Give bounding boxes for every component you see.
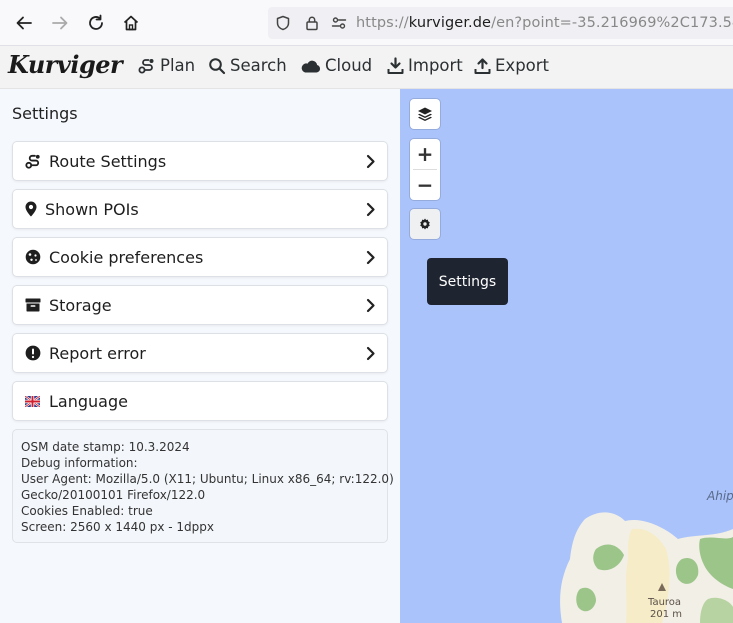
debug-information-heading: Debug information: [21, 456, 138, 470]
menu-search-label: Search [230, 56, 287, 75]
url-path: /en?point=-35.216969%2C173.5408 [491, 15, 733, 31]
menu-export-label: Export [495, 56, 550, 75]
chevron-right-icon [366, 346, 375, 361]
cookie-preferences-item[interactable]: Cookie preferences [12, 237, 388, 277]
reload-button[interactable] [81, 8, 111, 38]
settings-panel: Settings Route Settings Shown POIs Cooki… [0, 89, 400, 623]
map-peak-name: Tauroa [648, 597, 682, 608]
shown-pois-label: Shown POIs [45, 199, 139, 219]
menu-search[interactable]: Search [208, 56, 287, 75]
browser-toolbar: https://kurviger.de/en?point=-35.216969%… [0, 0, 733, 46]
user-agent-text: User Agent: Mozilla/5.0 (X11; Ubuntu; Li… [21, 472, 394, 486]
screen-info-text: Screen: 2560 x 1440 px - 1dppx [21, 520, 215, 534]
menu-plan[interactable]: Plan [138, 56, 195, 75]
gear-icon [420, 218, 430, 230]
upload-icon [474, 57, 491, 74]
url-host: kurviger.de [408, 15, 492, 31]
home-icon [123, 15, 139, 31]
zoom-out-button[interactable]: − [410, 170, 440, 200]
map-terrain [560, 512, 733, 623]
shield-icon[interactable] [275, 15, 291, 31]
settings-tooltip: Settings [427, 258, 508, 305]
language-item[interactable]: Language [12, 381, 388, 421]
menu-cloud-label: Cloud [325, 56, 373, 75]
zoom-controls: + − [410, 139, 440, 200]
archive-icon [25, 298, 45, 312]
gecko-text: Gecko/20100101 Firefox/122.0 [21, 488, 206, 502]
arrow-left-icon [16, 16, 32, 30]
address-bar[interactable]: https://kurviger.de/en?point=-35.216969%… [268, 7, 733, 39]
cookies-enabled-text: Cookies Enabled: true [21, 504, 153, 518]
cookie-preferences-label: Cookie preferences [49, 247, 204, 267]
menu-plan-label: Plan [160, 56, 196, 75]
layers-button[interactable] [410, 99, 440, 129]
menu-import[interactable]: Import [387, 56, 463, 75]
kurviger-logo[interactable]: Kurviger [8, 50, 123, 79]
uk-flag-icon [25, 395, 45, 407]
menu-import-label: Import [408, 56, 463, 75]
chevron-right-icon [366, 298, 375, 313]
route-settings-item[interactable]: Route Settings [12, 141, 388, 181]
storage-label: Storage [49, 295, 112, 315]
chevron-right-icon [366, 250, 375, 265]
zoom-in-button[interactable]: + [410, 139, 440, 169]
app-header: Kurviger Plan Search Cloud Import Export [0, 46, 733, 89]
report-error-label: Report error [49, 343, 146, 363]
cloud-icon [301, 60, 321, 72]
chevron-right-icon [366, 202, 375, 217]
layers-icon [418, 107, 432, 121]
map-pin-icon [25, 201, 41, 217]
osm-date-stamp: OSM date stamp: 10.3.2024 [21, 440, 190, 454]
map-settings-button[interactable] [410, 209, 440, 239]
url-scheme: https:// [356, 15, 409, 31]
route-icon [25, 153, 45, 170]
route-icon [138, 58, 154, 73]
forward-button[interactable] [45, 8, 75, 38]
cookie-icon [25, 249, 45, 265]
route-settings-label: Route Settings [49, 151, 167, 171]
report-error-item[interactable]: Report error [12, 333, 388, 373]
reload-icon [89, 14, 103, 30]
url-text[interactable]: https://kurviger.de/en?point=-35.216969%… [356, 15, 733, 31]
map-sea-label: Ahip [707, 489, 733, 503]
arrow-right-icon [52, 16, 68, 30]
lock-icon[interactable] [304, 15, 320, 31]
menu-cloud[interactable]: Cloud [300, 56, 372, 75]
debug-info-box: OSM date stamp: 10.3.2024 Debug informat… [12, 429, 394, 543]
download-icon [387, 56, 404, 74]
home-button[interactable] [116, 8, 146, 38]
map-view[interactable]: Ahip Tauroa 201 m + − Settings [400, 89, 733, 623]
menu-export[interactable]: Export [474, 56, 549, 75]
shown-pois-item[interactable]: Shown POIs [12, 189, 388, 229]
exclamation-circle-icon [25, 345, 45, 361]
permissions-icon[interactable] [331, 15, 347, 31]
map-peak-elevation: 201 m [650, 609, 683, 620]
chevron-right-icon [366, 154, 375, 169]
search-icon [209, 57, 226, 74]
storage-item[interactable]: Storage [12, 285, 388, 325]
language-label: Language [49, 391, 128, 411]
back-button[interactable] [9, 8, 39, 38]
panel-title: Settings [12, 104, 78, 123]
